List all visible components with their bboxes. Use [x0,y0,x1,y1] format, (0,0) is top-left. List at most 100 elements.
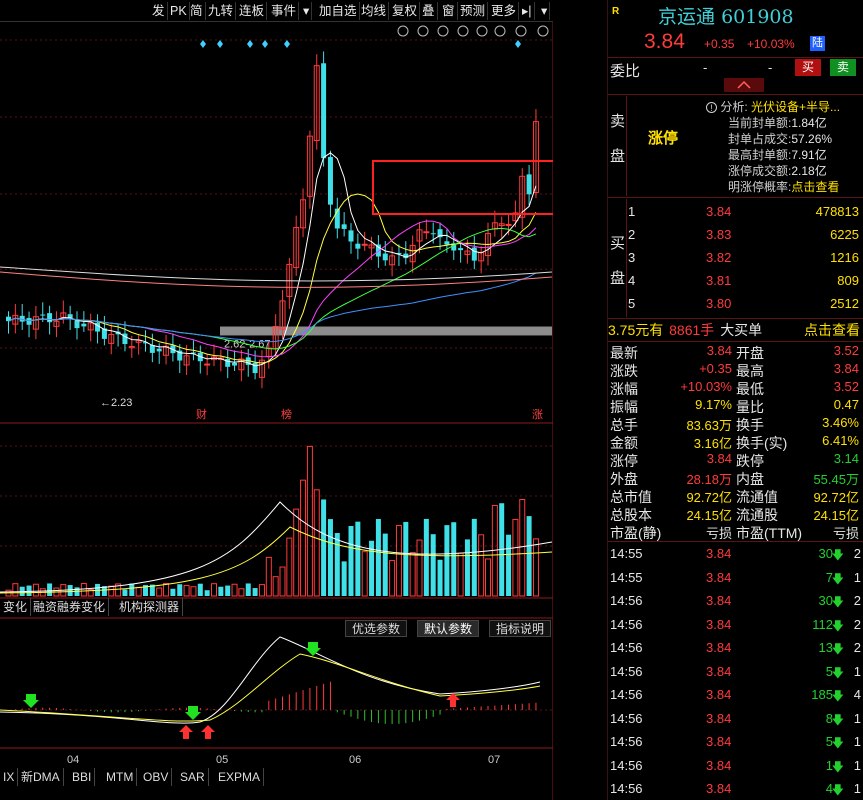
limit-stat-row[interactable]: 明涨停概率:点击查看 [728,178,839,195]
indicator-tab[interactable]: 融资融券变化 [30,598,110,616]
bid-price: 3.83 [706,227,732,242]
stat-value: 亏损 [705,526,732,541]
candle-body [348,230,354,242]
bottom-indicator-tab[interactable]: OBV [140,768,173,786]
stat-label: 总手 [610,417,638,433]
month-axis-label: 05 [216,754,228,766]
toolbar-item[interactable]: 窗 [440,2,458,20]
chart-bg [0,22,553,800]
candle-body [444,241,450,245]
toolbar-item[interactable]: 简 [188,2,206,20]
candle-body [204,363,211,366]
tick-count: 1 [853,710,861,726]
toolbar-item[interactable]: ▾ [301,2,313,20]
indicator-tab-bar: 变化 融资融券变化 机构探测器 [0,598,553,616]
param-tab[interactable]: 默认参数 [417,620,480,637]
bottom-indicator-tab[interactable]: MTM [103,768,138,786]
candle-body [252,362,258,374]
toolbar-item[interactable]: 更多 [489,2,520,20]
stat-value: 6.41% [822,433,859,448]
stat-label: 市盈(静) [610,525,662,541]
param-tab[interactable]: 指标说明 [489,620,552,637]
indicator-tab[interactable]: 机构探测器 [116,598,184,616]
stat-label: 涨停 [610,453,638,469]
indicator-tab[interactable]: 变化 [0,598,32,616]
bid-volume: 1216 [830,250,859,265]
bottom-indicator-tab[interactable]: 新DMA [18,768,64,786]
collapse-toggle[interactable] [724,78,764,92]
big-order-price: 3.75元有 [608,322,664,338]
bid-price: 3.80 [706,296,732,311]
tick-price: 3.84 [706,757,732,773]
tick-price: 3.84 [706,734,732,749]
tick-price: 3.84 [706,640,732,655]
candle-body [47,313,53,323]
stat-value: 92.72亿 [813,490,859,505]
stat-label: 跌停 [736,453,764,469]
toolbar-item[interactable]: 发 [150,2,168,20]
toolbar-item[interactable]: PK [168,2,190,20]
toolbar-item[interactable]: 九转 [206,2,237,20]
sell-button[interactable]: 卖 [830,59,856,76]
param-tab[interactable]: 优选参数 [345,620,408,637]
stat-label: 最高 [736,363,764,379]
toolbar-item[interactable]: 均线 [359,2,390,20]
candle-body [26,317,32,325]
toolbar-item[interactable]: 预测 [458,2,489,20]
tick-count: 1 [853,757,861,773]
hk-connect-badge: 陆 [810,36,825,51]
stat-label: 量比 [736,399,764,415]
toolbar-item[interactable]: ▾ [539,2,551,20]
toolbar-item[interactable]: ▸| [520,2,535,20]
stat-label: 换手 [736,417,764,433]
volume-bar [444,525,450,596]
arrow-down-icon: 🡇 [831,783,844,797]
bottom-indicator-tab[interactable]: SAR [177,768,209,786]
stat-value: 24.15亿 [686,508,732,523]
tick-volume: 185 [811,687,833,702]
bid-price: 3.82 [706,250,732,265]
price-change-pct: +10.03% [747,37,795,51]
kline-chart-area[interactable]: 4.273.843.412.992.552.62-2.67←2.23财榜涨15.… [0,22,591,800]
stat-label: 外盘 [610,471,638,487]
toolbar-item[interactable]: 连板 [237,2,268,20]
bid-volume: 6225 [830,227,859,242]
toolbar-item[interactable]: 复权 [390,2,421,20]
toolbar-item[interactable]: 加自选 [317,2,360,20]
volume-bar [430,534,436,596]
candle-body [382,253,388,261]
stat-label: 换手(实) [736,435,788,451]
tick-time: 14:56 [610,663,643,679]
volume-bar [204,590,210,596]
bottom-indicator-tabs: IX 新DMA BBI MTM OBV SAR EXPMA [0,768,553,786]
big-order-row[interactable]: 3.75元有 8861手 大买单 点击查看 [608,320,863,340]
tick-time: 14:56 [610,734,643,749]
bottom-indicator-tab[interactable]: BBI [69,768,96,786]
volume-bar [225,585,231,596]
bottom-indicator-tab[interactable]: IX [0,768,19,786]
volume-bar [464,539,470,596]
toolbar-item[interactable]: 事件 [269,2,300,20]
divider [608,341,863,342]
bottom-indicator-tab[interactable]: EXPMA [215,768,265,786]
limit-stat-label: 封单占成交: [728,132,792,146]
volume-bar [403,521,409,596]
big-order-link[interactable]: 点击查看 [804,320,860,340]
big-order-vol: 8861手 [669,322,715,338]
limit-stat-value: 1.84亿 [791,116,827,130]
limit-up-label: 涨停 [648,130,679,147]
stat-label: 涨跌 [610,363,638,379]
analysis-row[interactable]: ! 分析: 光伏设备+半导... [706,98,840,115]
limit-stat-label: 当前封单额: [728,116,792,130]
kline-chart-svg[interactable]: 4.273.843.412.992.552.62-2.67←2.23财榜涨15.… [0,22,591,800]
stat-value: 3.84 [706,343,732,358]
candle-body [526,174,532,195]
stat-value: +10.03% [680,379,732,394]
stock-name-text: 京运通 [658,6,716,28]
divider [608,318,863,319]
toolbar-item[interactable]: 叠 [420,2,438,20]
tick-price: 3.84 [706,569,732,585]
buy-button[interactable]: 买 [795,59,821,76]
stat-value: 3.14 [833,451,859,466]
bid-level: 4 [628,273,636,288]
